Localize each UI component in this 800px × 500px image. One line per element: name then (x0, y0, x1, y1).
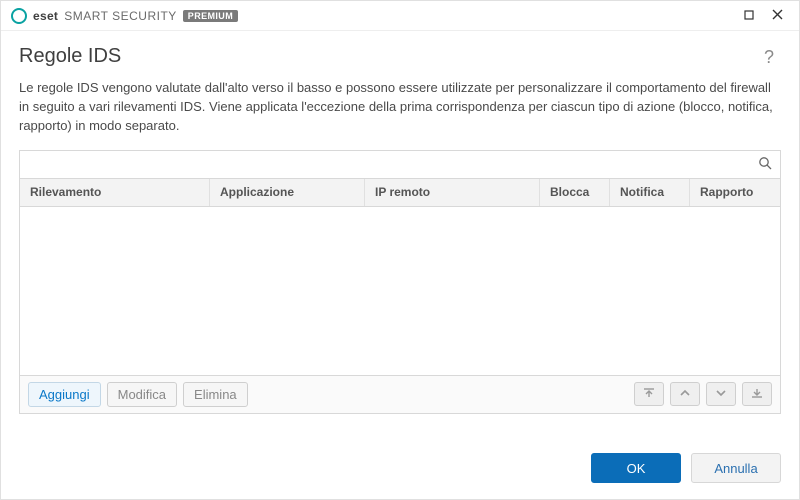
search-icon (758, 156, 772, 173)
page-title: Regole IDS (19, 45, 757, 68)
maximize-icon (744, 8, 754, 23)
help-button[interactable]: ? (757, 45, 781, 69)
chevron-down-icon (715, 387, 727, 402)
brand-logo-icon (11, 8, 27, 24)
dialog-window: eset SMART SECURITY PREMIUM Regole IDS ?… (0, 0, 800, 500)
brand-tier-badge: PREMIUM (183, 10, 238, 22)
window-maximize-button[interactable] (735, 5, 763, 27)
titlebar: eset SMART SECURITY PREMIUM (1, 1, 799, 31)
brand: eset SMART SECURITY PREMIUM (11, 8, 238, 24)
col-application[interactable]: Applicazione (210, 179, 365, 206)
col-notify[interactable]: Notifica (610, 179, 690, 206)
brand-product-name: SMART SECURITY (64, 9, 177, 23)
move-up-button (670, 382, 700, 406)
col-detection[interactable]: Rilevamento (20, 179, 210, 206)
search-input[interactable] (20, 151, 750, 178)
table-header: Rilevamento Applicazione IP remoto Blocc… (20, 179, 780, 207)
col-remote-ip[interactable]: IP remoto (365, 179, 540, 206)
chevron-up-icon (679, 387, 691, 402)
dialog-footer: OK Annulla (1, 441, 799, 499)
ok-button[interactable]: OK (591, 453, 681, 483)
col-block[interactable]: Blocca (540, 179, 610, 206)
delete-button: Elimina (183, 382, 248, 407)
search-button[interactable] (750, 151, 780, 178)
add-button[interactable]: Aggiungi (28, 382, 101, 407)
move-bottom-icon (751, 387, 763, 402)
close-icon (772, 8, 783, 23)
move-bottom-button (742, 382, 772, 406)
edit-button: Modifica (107, 382, 177, 407)
search-row (20, 151, 780, 179)
cancel-button[interactable]: Annulla (691, 453, 781, 483)
panel-actions: Aggiungi Modifica Elimina (20, 375, 780, 413)
window-close-button[interactable] (763, 5, 791, 27)
rules-panel: Rilevamento Applicazione IP remoto Blocc… (19, 150, 781, 414)
table-body-empty (20, 207, 780, 375)
move-down-button (706, 382, 736, 406)
col-report[interactable]: Rapporto (690, 179, 780, 206)
brand-eset: eset (33, 9, 58, 23)
page-description: Le regole IDS vengono valutate dall'alto… (19, 79, 781, 136)
move-top-button (634, 382, 664, 406)
move-top-icon (643, 387, 655, 402)
rules-table: Rilevamento Applicazione IP remoto Blocc… (20, 179, 780, 375)
